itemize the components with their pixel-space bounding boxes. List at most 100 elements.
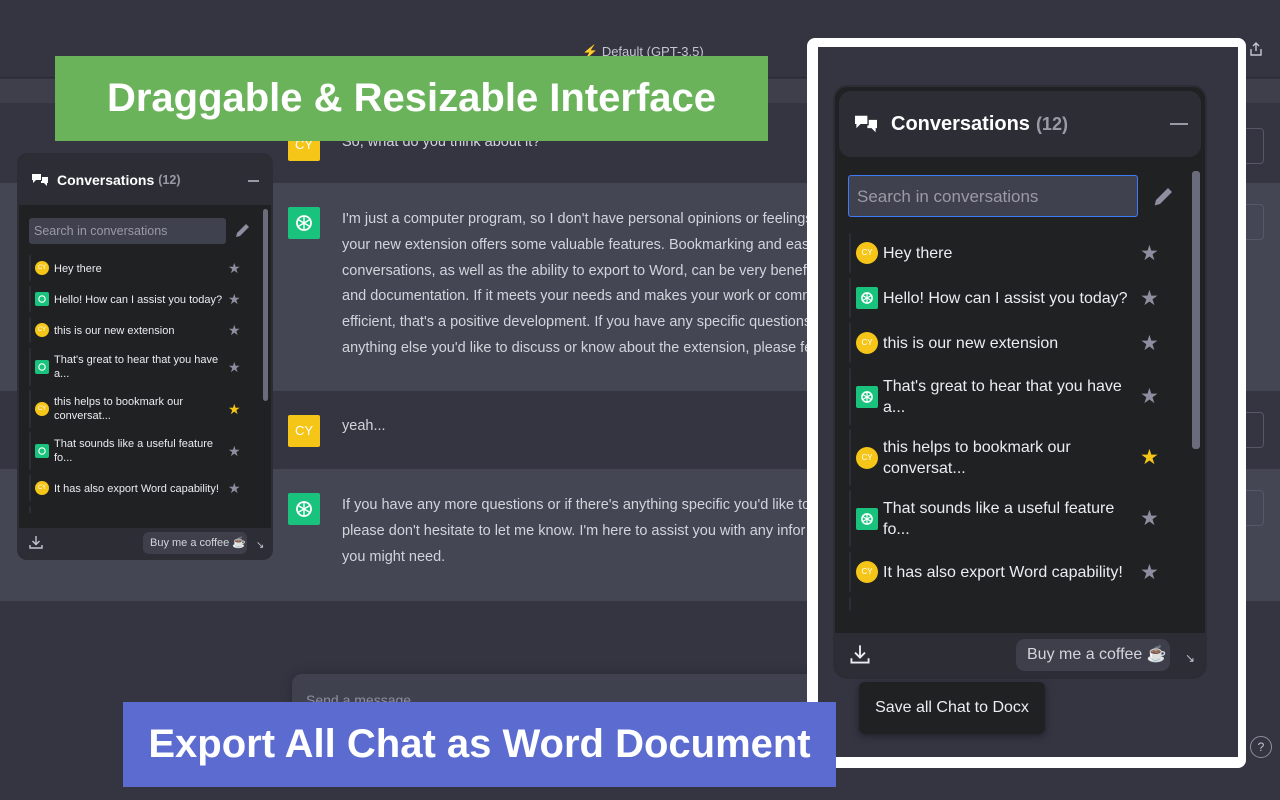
star-icon[interactable]: ★ — [1140, 506, 1159, 531]
conversation-item[interactable]: CY this helps to bookmark our conversat.… — [29, 390, 241, 428]
message-line: please don't hesitate to let me know. I'… — [342, 522, 806, 539]
conversation-item[interactable]: CY Hey there ★ — [849, 233, 1159, 273]
star-icon[interactable]: ★ — [228, 480, 241, 497]
minimize-button[interactable] — [248, 180, 259, 182]
openai-logo-icon — [856, 508, 878, 530]
share-icon[interactable] — [1248, 41, 1264, 57]
openai-logo-icon — [296, 215, 312, 231]
message-text: yeah... — [342, 418, 386, 434]
feature-banner-draggable: Draggable & Resizable Interface — [55, 56, 768, 141]
conversation-item[interactable]: That's great to hear that you have a... … — [29, 348, 241, 386]
download-tooltip: Save all Chat to Docx — [859, 682, 1045, 734]
search-input[interactable]: Search in conversations — [29, 218, 226, 244]
user-avatar-icon: CY — [35, 481, 49, 495]
search-input[interactable]: Search in conversations — [848, 175, 1138, 217]
openai-logo-icon — [856, 386, 878, 408]
conversation-item[interactable]: That sounds like a useful feature fo... … — [849, 490, 1159, 547]
conversation-list: CY Hey there ★ Hello! How can I assist y… — [849, 233, 1171, 611]
help-button[interactable]: ? — [1250, 736, 1272, 758]
conversation-item[interactable]: CY this helps to bookmark our conversat.… — [849, 429, 1159, 486]
conversation-count: (12) — [1035, 113, 1068, 134]
conversation-item[interactable]: Hello! How can I assist you today? ★ — [29, 286, 241, 312]
conversations-panel-large[interactable]: Conversations (12) Search in conversatio… — [833, 85, 1207, 679]
star-icon[interactable]: ★ — [228, 260, 241, 277]
conversation-item[interactable]: CY this is our new extension ★ — [849, 323, 1159, 363]
conversation-item[interactable] — [29, 506, 31, 513]
openai-logo-icon — [35, 444, 49, 458]
download-icon[interactable] — [29, 535, 43, 549]
conversation-item[interactable]: That's great to hear that you have a... … — [849, 368, 1159, 425]
message-line: your new extension offers some valuable … — [342, 236, 810, 253]
star-icon[interactable]: ★ — [1140, 331, 1159, 356]
star-icon[interactable]: ★ — [1140, 241, 1159, 266]
conversation-label: Hey there — [54, 263, 102, 275]
message-line: anything else you'd like to discuss or k… — [342, 339, 812, 356]
openai-logo-icon — [296, 501, 312, 517]
star-icon[interactable]: ★ — [1140, 286, 1159, 311]
conversation-item[interactable]: CY It has also export Word capability! ★ — [849, 552, 1159, 592]
conversation-label: this is our new extension — [883, 335, 1059, 352]
conversation-item[interactable]: That sounds like a useful feature fo... … — [29, 432, 241, 470]
panel-header[interactable]: Conversations (12) — [839, 91, 1201, 157]
user-avatar: CY — [288, 415, 320, 447]
conversation-label: That sounds like a useful feature fo... — [883, 500, 1115, 538]
resize-icon[interactable]: ↘ — [1185, 651, 1195, 665]
chat-bubbles-icon — [855, 115, 877, 133]
panel-title: Conversations — [891, 112, 1030, 135]
chatgpt-avatar — [288, 493, 320, 525]
message-line: I'm just a computer program, so I don't … — [342, 211, 812, 227]
user-avatar-icon: CY — [35, 261, 49, 275]
conversation-label: That's great to hear that you have a... — [54, 354, 219, 380]
message-text: I'm just a computer program, so I don't … — [342, 207, 812, 362]
conversation-label: That's great to hear that you have a... — [883, 378, 1122, 416]
buy-coffee-button[interactable]: Buy me a coffee ☕ — [143, 532, 247, 554]
minimize-button[interactable] — [1170, 123, 1188, 125]
conversation-item[interactable] — [849, 597, 851, 611]
star-icon[interactable]: ★ — [1140, 445, 1159, 470]
user-avatar-icon: CY — [35, 402, 49, 416]
conversation-label: That sounds like a useful feature fo... — [54, 438, 213, 464]
message-line: conversations, as well as the ability to… — [342, 262, 811, 279]
chat-bubbles-icon — [32, 174, 48, 186]
message-line: If you have any more questions or if the… — [342, 497, 811, 513]
openai-logo-icon — [856, 287, 878, 309]
panel-title: Conversations — [57, 172, 155, 188]
message-line: and documentation. If it meets your need… — [342, 288, 812, 305]
scrollbar[interactable] — [263, 209, 268, 401]
openai-logo-icon — [35, 360, 49, 374]
message-line: you might need. — [342, 548, 446, 565]
scrollbar[interactable] — [1192, 171, 1200, 449]
star-icon[interactable]: ★ — [228, 322, 241, 339]
conversation-item[interactable]: CY this is our new extension ★ — [29, 317, 241, 343]
conversation-item[interactable]: CY It has also export Word capability! ★ — [29, 475, 241, 501]
conversation-label: this helps to bookmark our conversat... — [54, 396, 184, 422]
star-icon[interactable]: ★ — [1140, 384, 1159, 409]
star-icon[interactable]: ★ — [228, 359, 241, 376]
panel-footer: Buy me a coffee ☕ ↘ — [835, 633, 1205, 677]
conversation-label: It has also export Word capability! — [54, 483, 219, 495]
conversations-panel-small[interactable]: Conversations (12) Search in conversatio… — [17, 153, 273, 560]
panel-footer: Buy me a coffee ☕ ↘ — [19, 528, 271, 558]
buy-coffee-button[interactable]: Buy me a coffee ☕ — [1016, 639, 1170, 671]
star-icon[interactable]: ★ — [228, 401, 241, 418]
conversation-label: Hey there — [883, 245, 953, 262]
star-icon[interactable]: ★ — [228, 443, 241, 460]
conversation-label: this is our new extension — [54, 325, 175, 337]
conversation-label: Hello! How can I assist you today? — [54, 294, 223, 306]
user-avatar-icon: CY — [856, 561, 878, 583]
message-line: efficient, that's a positive development… — [342, 314, 812, 331]
download-icon[interactable] — [850, 644, 870, 664]
star-icon[interactable]: ★ — [1140, 560, 1159, 585]
pencil-icon[interactable] — [1152, 184, 1176, 208]
user-avatar-icon: CY — [856, 242, 878, 264]
resize-icon[interactable]: ↘ — [256, 540, 264, 551]
openai-logo-icon — [35, 292, 49, 306]
panel-header[interactable]: Conversations (12) — [19, 155, 271, 205]
pencil-icon[interactable] — [234, 221, 252, 239]
conversation-item[interactable]: CY Hey there ★ — [29, 255, 241, 281]
conversation-count: (12) — [158, 173, 181, 187]
conversation-label: this helps to bookmark our conversat... — [883, 439, 1071, 477]
user-avatar-icon: CY — [35, 323, 49, 337]
star-icon[interactable]: ★ — [228, 291, 241, 308]
conversation-item[interactable]: Hello! How can I assist you today? ★ — [849, 278, 1159, 318]
